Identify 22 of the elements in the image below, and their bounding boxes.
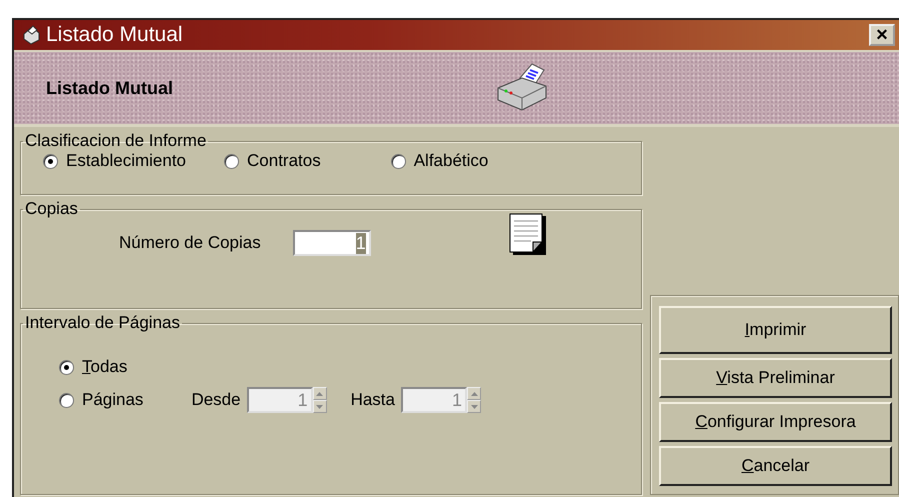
radio-option[interactable]: Páginas [59,390,144,410]
radio-option[interactable]: Contratos [224,151,321,171]
dialog-button[interactable]: Vista Preliminar [659,358,892,398]
field-label: Desde [191,390,241,410]
spinner-arrows[interactable] [312,387,327,413]
dialog-button[interactable]: Imprimir [659,306,892,354]
header-title: Listado Mutual [46,78,174,98]
group-label: Intervalo de Páginas [24,313,181,333]
input-field[interactable]: 1 [292,230,371,256]
dialog-button[interactable]: Cancelar [659,446,892,486]
radio-option[interactable]: Todas [59,357,505,377]
document-icon [508,213,549,257]
close-button[interactable]: × [869,24,895,46]
dialog-button[interactable]: Configurar Impresora [659,402,892,442]
spinner-arrows[interactable] [467,387,481,413]
field-label: Número de Copias [119,233,261,253]
radio-option[interactable]: Alfabético [390,151,488,171]
field-label: Hasta [350,390,395,410]
radio-option[interactable]: Establecimiento [43,151,186,171]
window-title: Listado Mutual [46,23,184,47]
group-label: Clasificacion de Informe [24,131,208,151]
group-label: Copias [24,199,79,219]
